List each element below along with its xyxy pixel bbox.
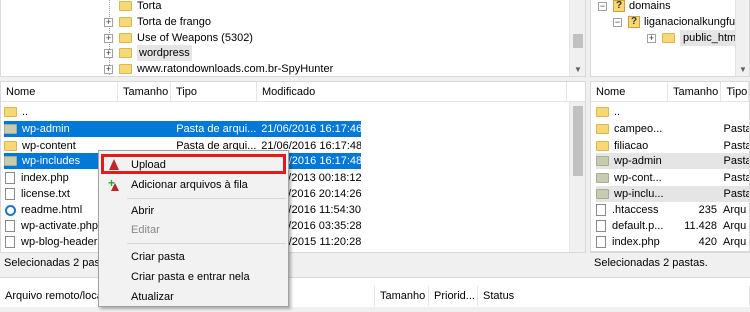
menu-item-create-folder-and-enter[interactable]: Criar pasta e entrar nela bbox=[99, 267, 288, 287]
expand-icon[interactable]: + bbox=[104, 64, 113, 74]
context-menu: Upload + Adicionar arquivos à fila Abrir… bbox=[98, 150, 289, 307]
table-row[interactable]: campeo... Pasta bbox=[596, 121, 749, 137]
folder-icon bbox=[119, 48, 132, 58]
tree-item[interactable]: Torta bbox=[104, 0, 161, 14]
folder-icon bbox=[596, 107, 609, 117]
tree-item[interactable]: + Torta de frango bbox=[104, 14, 211, 30]
folder-icon bbox=[119, 17, 132, 27]
folder-icon bbox=[4, 141, 17, 151]
tree-item[interactable]: −? domains bbox=[598, 0, 671, 14]
folder-icon bbox=[596, 189, 609, 199]
folder-icon bbox=[596, 173, 609, 183]
tree-item[interactable]: + Use of Weapons (5302) bbox=[104, 30, 253, 46]
html-file-icon bbox=[5, 204, 16, 216]
folder-icon bbox=[119, 64, 132, 74]
menu-item-refresh[interactable]: Atualizar bbox=[99, 287, 288, 307]
folder-icon bbox=[596, 124, 609, 134]
file-icon bbox=[596, 220, 606, 232]
file-icon bbox=[596, 204, 606, 216]
column-header-size[interactable]: Tamanho bbox=[118, 82, 171, 102]
tree-item-selected[interactable]: + wordpress bbox=[104, 45, 192, 61]
file-icon bbox=[5, 236, 15, 248]
table-row[interactable]: wp-cont... Pasta bbox=[596, 170, 749, 186]
remote-directory-tree[interactable]: −? domains −? liganacionalkungfu. + public_… bbox=[590, 0, 750, 77]
list-header: Nome Tamanho Tipo Modificado bbox=[1, 82, 585, 102]
menu-separator bbox=[127, 243, 286, 244]
table-row[interactable]: default.p... 11.428 Arqu bbox=[596, 218, 749, 234]
expand-icon[interactable]: + bbox=[104, 48, 113, 58]
folder-icon bbox=[119, 1, 132, 11]
menu-separator bbox=[127, 198, 286, 199]
file-icon bbox=[5, 188, 15, 200]
table-row[interactable]: index.php 420 Arqu bbox=[596, 234, 749, 250]
expand-icon[interactable]: + bbox=[647, 33, 656, 43]
local-tree-scrollbar[interactable]: ▼ bbox=[569, 0, 585, 76]
menu-item-edit[interactable]: Editar bbox=[99, 220, 288, 240]
scroll-down-icon[interactable]: ▼ bbox=[736, 63, 749, 76]
folder-icon bbox=[119, 33, 132, 43]
menu-item-add-to-queue[interactable]: + Adicionar arquivos à fila bbox=[99, 175, 288, 195]
folder-icon bbox=[596, 141, 609, 151]
expand-icon[interactable]: + bbox=[104, 17, 113, 27]
table-row[interactable]: filiacao Pasta bbox=[596, 138, 749, 154]
tree-item[interactable]: + www.ratondownloads.com.br-SpyHunter bbox=[104, 61, 333, 76]
expand-icon[interactable]: + bbox=[104, 33, 113, 43]
tree-item[interactable]: −? liganacionalkungfu. bbox=[613, 14, 738, 30]
table-row[interactable]: .htaccess 235 Arqu bbox=[596, 202, 749, 218]
unknown-folder-icon: ? bbox=[613, 0, 625, 12]
collapse-icon[interactable]: − bbox=[598, 1, 607, 11]
file-icon bbox=[5, 172, 15, 184]
file-icon bbox=[5, 220, 15, 232]
table-row[interactable]: .. bbox=[596, 104, 749, 120]
scrollbar-thumb[interactable] bbox=[573, 34, 583, 48]
folder-icon bbox=[4, 124, 17, 134]
column-header-name[interactable]: Nome bbox=[1, 82, 118, 102]
local-directory-tree[interactable]: Torta + Torta de frango + Use of Weapons (… bbox=[0, 0, 586, 77]
file-icon bbox=[596, 236, 606, 248]
column-header-status[interactable]: Status bbox=[478, 286, 750, 306]
folder-icon bbox=[662, 33, 675, 43]
column-header-type[interactable]: Tipo bbox=[171, 82, 257, 102]
column-header-size[interactable]: Tamanho bbox=[668, 82, 722, 102]
scroll-down-icon[interactable]: ▼ bbox=[570, 63, 585, 76]
column-header-size[interactable]: Tamanho bbox=[375, 286, 429, 306]
unknown-folder-icon: ? bbox=[628, 16, 640, 28]
scrollbar-thumb[interactable] bbox=[573, 106, 583, 176]
highlight-box bbox=[101, 154, 286, 174]
table-row[interactable]: wp-admin Pasta de arqui... 21/06/2016 16… bbox=[4, 121, 361, 137]
table-row[interactable]: .. bbox=[4, 104, 361, 120]
queue-arrow-icon bbox=[111, 183, 119, 191]
table-row[interactable]: wp-admin Pasta bbox=[596, 153, 749, 169]
column-header-type[interactable]: Tipo bbox=[721, 82, 749, 102]
remote-file-list[interactable]: Nome Tamanho Tipo .. campeo... Pasta fili… bbox=[590, 81, 750, 252]
menu-item-create-folder[interactable]: Criar pasta bbox=[99, 247, 288, 267]
folder-icon bbox=[4, 107, 17, 117]
table-row[interactable]: wp-inclu... Pasta bbox=[596, 186, 749, 202]
menu-item-open[interactable]: Abrir bbox=[99, 201, 288, 221]
local-list-scrollbar[interactable] bbox=[569, 102, 585, 252]
remote-tree-scrollbar[interactable]: ▼ bbox=[735, 0, 749, 76]
collapse-icon[interactable]: − bbox=[613, 17, 622, 27]
folder-icon bbox=[4, 156, 17, 166]
tree-item[interactable]: + public_html bbox=[647, 30, 742, 46]
folder-icon bbox=[596, 156, 609, 166]
column-header-priority[interactable]: Priorid... bbox=[429, 286, 478, 306]
list-header: Nome Tamanho Tipo bbox=[591, 82, 749, 102]
column-header-modified[interactable]: Modificado bbox=[257, 82, 567, 102]
column-header-name[interactable]: Nome bbox=[591, 82, 668, 102]
